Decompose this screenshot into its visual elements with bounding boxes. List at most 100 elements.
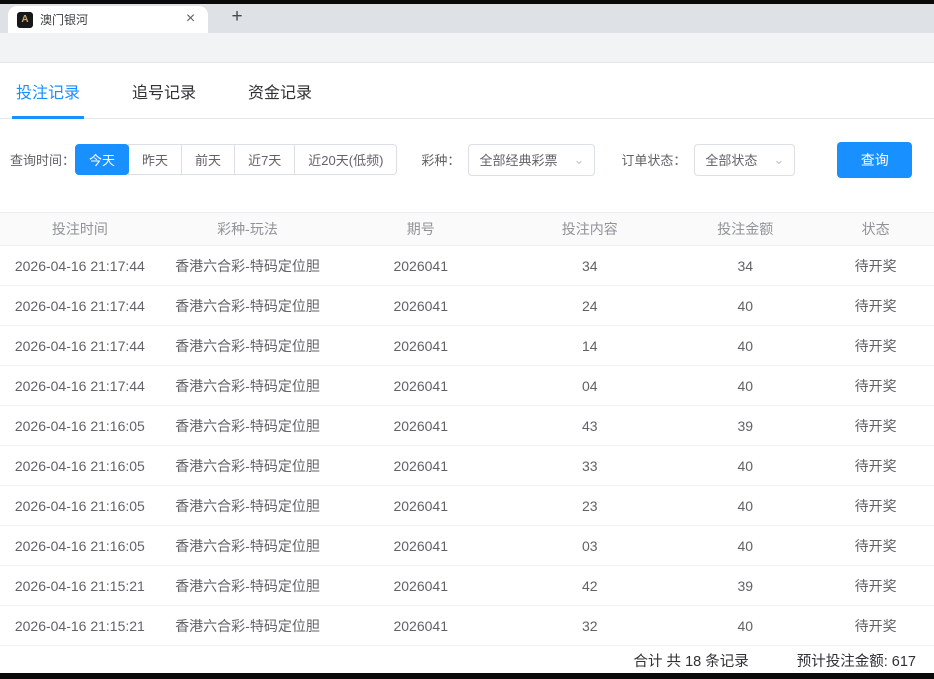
cell-time: 2026-04-16 21:17:44 xyxy=(0,338,160,354)
cell-lottery-play: 香港六合彩-特码定位胆 xyxy=(160,376,336,396)
order-status-select-value: 全部状态 xyxy=(705,150,757,169)
cell-amount: 39 xyxy=(673,418,817,434)
browser-tab-bar: A 澳门银河 × + xyxy=(0,4,934,33)
estimated-amount-text: 预计投注金额: 617 xyxy=(797,650,916,671)
column-header-amount: 投注金额 xyxy=(673,219,817,239)
cell-time: 2026-04-16 21:16:05 xyxy=(0,458,160,474)
time-filter-last-20-days-low-freq[interactable]: 近20天(低频) xyxy=(294,144,397,175)
cell-issue: 2026041 xyxy=(335,258,506,274)
cell-lottery-play: 香港六合彩-特码定位胆 xyxy=(160,256,336,276)
cell-status: 待开奖 xyxy=(817,296,934,316)
chevron-down-icon: ⌄ xyxy=(773,155,784,165)
order-status-select[interactable]: 全部状态 ⌄ xyxy=(694,144,795,176)
cell-amount: 40 xyxy=(673,378,817,394)
cell-lottery-play: 香港六合彩-特码定位胆 xyxy=(160,616,336,636)
column-header-time: 投注时间 xyxy=(0,219,160,239)
browser-toolbar xyxy=(0,33,934,63)
table-row: 2026-04-16 21:17:44香港六合彩-特码定位胆2026041044… xyxy=(0,366,934,406)
filter-bar: 查询时间： 今天昨天前天近7天近20天(低频) 彩种： 全部经典彩票 ⌄ 订单状… xyxy=(0,119,934,200)
table-row: 2026-04-16 21:16:05香港六合彩-特码定位胆2026041334… xyxy=(0,446,934,486)
record-tabs: 投注记录追号记录资金记录 xyxy=(0,63,934,119)
cell-status: 待开奖 xyxy=(817,616,934,636)
time-range-group: 今天昨天前天近7天近20天(低频) xyxy=(75,144,397,175)
table-row: 2026-04-16 21:16:05香港六合彩-特码定位胆2026041433… xyxy=(0,406,934,446)
cell-content: 34 xyxy=(506,258,673,274)
cell-issue: 2026041 xyxy=(335,378,506,394)
cell-issue: 2026041 xyxy=(335,458,506,474)
cell-issue: 2026041 xyxy=(335,538,506,554)
table-row: 2026-04-16 21:16:05香港六合彩-特码定位胆2026041034… xyxy=(0,526,934,566)
cell-amount: 39 xyxy=(673,578,817,594)
cell-content: 23 xyxy=(506,498,673,514)
window-frame-bottom xyxy=(0,673,934,679)
table-body: 2026-04-16 21:17:44香港六合彩-特码定位胆2026041343… xyxy=(0,246,934,646)
cell-amount: 40 xyxy=(673,458,817,474)
cell-amount: 34 xyxy=(673,258,817,274)
lottery-select-value: 全部经典彩票 xyxy=(479,150,557,169)
cell-status: 待开奖 xyxy=(817,416,934,436)
new-tab-button[interactable]: + xyxy=(224,5,250,31)
time-filter-label: 查询时间： xyxy=(10,150,75,169)
browser-window: A 澳门银河 × + 投注记录追号记录资金记录 查询时间： 今天昨天前天近7天近… xyxy=(0,0,934,679)
cell-content: 33 xyxy=(506,458,673,474)
table-row: 2026-04-16 21:15:21香港六合彩-特码定位胆2026041324… xyxy=(0,606,934,646)
tab-close-icon[interactable]: × xyxy=(182,11,199,28)
total-records-text: 合计 共 18 条记录 xyxy=(634,650,749,671)
cell-time: 2026-04-16 21:15:21 xyxy=(0,578,160,594)
cell-status: 待开奖 xyxy=(817,456,934,476)
cell-issue: 2026041 xyxy=(335,498,506,514)
query-button[interactable]: 查询 xyxy=(837,142,912,178)
site-favicon-icon: A xyxy=(17,12,33,28)
cell-time: 2026-04-16 21:16:05 xyxy=(0,538,160,554)
cell-lottery-play: 香港六合彩-特码定位胆 xyxy=(160,576,336,596)
table-row: 2026-04-16 21:15:21香港六合彩-特码定位胆2026041423… xyxy=(0,566,934,606)
cell-lottery-play: 香港六合彩-特码定位胆 xyxy=(160,416,336,436)
column-header-status: 状态 xyxy=(817,219,934,239)
cell-content: 03 xyxy=(506,538,673,554)
cell-content: 32 xyxy=(506,618,673,634)
cell-lottery-play: 香港六合彩-特码定位胆 xyxy=(160,496,336,516)
cell-status: 待开奖 xyxy=(817,336,934,356)
cell-lottery-play: 香港六合彩-特码定位胆 xyxy=(160,296,336,316)
cell-time: 2026-04-16 21:16:05 xyxy=(0,498,160,514)
cell-status: 待开奖 xyxy=(817,376,934,396)
time-filter-last-7-days[interactable]: 近7天 xyxy=(234,144,295,175)
bet-records-table: 投注时间彩种-玩法期号投注内容投注金额状态 2026-04-16 21:17:4… xyxy=(0,212,934,646)
cell-time: 2026-04-16 21:15:21 xyxy=(0,618,160,634)
tab-fund-records[interactable]: 资金记录 xyxy=(244,64,316,118)
page-content: 投注记录追号记录资金记录 查询时间： 今天昨天前天近7天近20天(低频) 彩种：… xyxy=(0,63,934,673)
cell-content: 04 xyxy=(506,378,673,394)
table-row: 2026-04-16 21:16:05香港六合彩-特码定位胆2026041234… xyxy=(0,486,934,526)
cell-status: 待开奖 xyxy=(817,256,934,276)
cell-time: 2026-04-16 21:17:44 xyxy=(0,298,160,314)
browser-tab[interactable]: A 澳门银河 × xyxy=(8,6,208,33)
lottery-select[interactable]: 全部经典彩票 ⌄ xyxy=(468,144,595,176)
time-filter-yesterday[interactable]: 昨天 xyxy=(128,144,182,175)
time-filter-today[interactable]: 今天 xyxy=(75,144,129,175)
chevron-down-icon: ⌄ xyxy=(573,155,584,165)
column-header-content: 投注内容 xyxy=(506,219,673,239)
table-row: 2026-04-16 21:17:44香港六合彩-特码定位胆2026041244… xyxy=(0,286,934,326)
cell-status: 待开奖 xyxy=(817,536,934,556)
cell-status: 待开奖 xyxy=(817,576,934,596)
tab-bet-records[interactable]: 投注记录 xyxy=(12,64,84,118)
cell-amount: 40 xyxy=(673,298,817,314)
cell-issue: 2026041 xyxy=(335,418,506,434)
cell-lottery-play: 香港六合彩-特码定位胆 xyxy=(160,456,336,476)
column-header-issue: 期号 xyxy=(335,219,506,239)
cell-status: 待开奖 xyxy=(817,496,934,516)
cell-time: 2026-04-16 21:17:44 xyxy=(0,258,160,274)
cell-amount: 40 xyxy=(673,338,817,354)
cell-amount: 40 xyxy=(673,538,817,554)
table-header-row: 投注时间彩种-玩法期号投注内容投注金额状态 xyxy=(0,212,934,246)
time-filter-day-before-yesterday[interactable]: 前天 xyxy=(181,144,235,175)
cell-content: 43 xyxy=(506,418,673,434)
cell-issue: 2026041 xyxy=(335,298,506,314)
cell-time: 2026-04-16 21:16:05 xyxy=(0,418,160,434)
cell-lottery-play: 香港六合彩-特码定位胆 xyxy=(160,336,336,356)
cell-issue: 2026041 xyxy=(335,338,506,354)
cell-content: 42 xyxy=(506,578,673,594)
table-footer: 合计 共 18 条记录 预计投注金额: 617 xyxy=(0,646,934,673)
tab-chase-records[interactable]: 追号记录 xyxy=(128,64,200,118)
table-row: 2026-04-16 21:17:44香港六合彩-特码定位胆2026041144… xyxy=(0,326,934,366)
